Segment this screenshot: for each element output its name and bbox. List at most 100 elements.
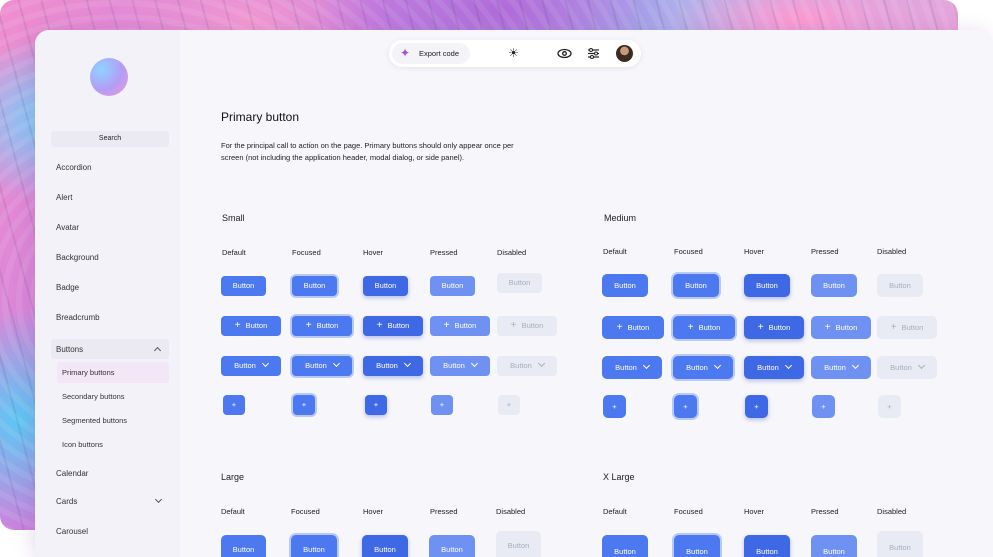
avatar[interactable] bbox=[616, 45, 633, 62]
button-label: Button bbox=[303, 281, 326, 290]
search-input[interactable]: Search bbox=[51, 131, 169, 147]
chevron-down-icon bbox=[470, 359, 478, 368]
section-title-small: Small bbox=[222, 213, 245, 223]
medium-plus-button-default[interactable]: + Button bbox=[602, 316, 664, 339]
small-icon-button-default[interactable]: + bbox=[223, 395, 245, 415]
sidebar-item-breadcrumb[interactable]: Breadcrumb bbox=[56, 313, 100, 322]
sidebar-item-cards[interactable]: Cards bbox=[56, 497, 77, 506]
small-dropdown-button-pressed[interactable]: Button bbox=[430, 356, 490, 376]
button-label: Button bbox=[685, 281, 707, 290]
button-label: Button bbox=[686, 363, 708, 372]
plus-icon: + bbox=[612, 402, 617, 411]
button-label: Button bbox=[443, 361, 465, 370]
button-label: Button bbox=[521, 321, 544, 330]
plus-icon: + bbox=[757, 322, 764, 333]
plus-icon: + bbox=[301, 400, 307, 409]
sliders-icon[interactable] bbox=[586, 46, 601, 61]
small-button-hover[interactable]: Button bbox=[363, 276, 408, 296]
button-label: Button bbox=[387, 321, 410, 330]
medium-icon-button-default[interactable]: + bbox=[603, 395, 626, 418]
medium-dropdown-button-disabled: Button bbox=[877, 356, 937, 379]
sidebar-subitem-primary-buttons[interactable]: Primary buttons bbox=[62, 368, 115, 377]
large-button-pressed[interactable]: Button bbox=[429, 535, 475, 557]
small-plus-button-hover[interactable]: + Button bbox=[363, 316, 423, 336]
sidebar-item-accordion[interactable]: Accordion bbox=[56, 163, 92, 172]
large-button-hover[interactable]: Button bbox=[362, 535, 408, 557]
plus-icon: + bbox=[439, 400, 445, 409]
medium-icon-button-focused[interactable]: + bbox=[674, 395, 697, 418]
medium-button-hover[interactable]: Button bbox=[744, 274, 790, 297]
small-icon-button-hover[interactable]: + bbox=[365, 395, 387, 415]
medium-button-pressed[interactable]: Button bbox=[811, 274, 857, 297]
sidebar-item-avatar[interactable]: Avatar bbox=[56, 223, 79, 232]
small-head-default: Default bbox=[222, 248, 246, 257]
xlarge-button-disabled: Button bbox=[877, 531, 923, 557]
small-plus-button-default[interactable]: + Button bbox=[221, 316, 281, 336]
small-icon-button-pressed[interactable]: + bbox=[431, 395, 453, 415]
xlarge-head-hover: Hover bbox=[744, 507, 765, 516]
sun-icon[interactable]: ☀ bbox=[506, 46, 521, 61]
small-dropdown-button-hover[interactable]: Button bbox=[363, 356, 423, 376]
chevron-down-icon[interactable] bbox=[154, 495, 163, 504]
button-label: Button bbox=[901, 323, 924, 332]
medium-head-focused: Focused bbox=[674, 247, 703, 256]
sidebar-item-calendar[interactable]: Calendar bbox=[56, 469, 88, 478]
medium-dropdown-button-default[interactable]: Button bbox=[602, 356, 662, 379]
medium-icon-button-pressed[interactable]: + bbox=[812, 395, 835, 418]
plus-icon: + bbox=[376, 320, 383, 331]
sidebar-subitem-icon-buttons[interactable]: Icon buttons bbox=[62, 440, 103, 449]
small-button-default[interactable]: Button bbox=[221, 276, 266, 296]
xlarge-button-default[interactable]: Button bbox=[602, 535, 648, 557]
sidebar-subitem-segmented-buttons[interactable]: Segmented buttons bbox=[62, 416, 127, 425]
xlarge-button-pressed[interactable]: Button bbox=[811, 535, 857, 557]
large-button-focused[interactable]: Button bbox=[291, 535, 337, 557]
button-label: Button bbox=[305, 361, 327, 370]
top-toolbar: ✦ Export code ☀ bbox=[389, 40, 641, 67]
medium-dropdown-button-pressed[interactable]: Button bbox=[811, 356, 871, 379]
medium-button-default[interactable]: Button bbox=[602, 274, 648, 297]
button-label: Button bbox=[824, 363, 846, 372]
sidebar-item-background[interactable]: Background bbox=[56, 253, 99, 262]
sidebar-subitem-secondary-buttons[interactable]: Secondary buttons bbox=[62, 392, 125, 401]
plus-icon: + bbox=[616, 322, 623, 333]
button-label: Button bbox=[823, 547, 845, 556]
chevron-up-icon bbox=[153, 346, 162, 355]
medium-dropdown-button-hover[interactable]: Button bbox=[744, 356, 804, 379]
chevron-down-icon bbox=[713, 361, 721, 370]
xlarge-button-focused[interactable]: Button bbox=[674, 535, 720, 557]
sidebar-item-badge[interactable]: Badge bbox=[56, 283, 79, 292]
medium-plus-button-hover[interactable]: + Button bbox=[744, 316, 804, 339]
plus-icon: + bbox=[890, 322, 897, 333]
medium-icon-button-hover[interactable]: + bbox=[745, 395, 768, 418]
chevron-down-icon bbox=[403, 359, 411, 368]
button-label: Button bbox=[232, 281, 255, 290]
small-icon-button-focused[interactable]: + bbox=[293, 395, 315, 415]
medium-button-focused[interactable]: Button bbox=[673, 274, 719, 297]
small-dropdown-button-focused[interactable]: Button bbox=[292, 356, 352, 376]
export-code-button[interactable]: ✦ Export code bbox=[392, 43, 470, 64]
medium-plus-button-focused[interactable]: + Button bbox=[673, 316, 735, 339]
eye-icon[interactable] bbox=[557, 46, 572, 61]
xlarge-button-hover[interactable]: Button bbox=[744, 535, 790, 557]
small-button-pressed[interactable]: Button bbox=[430, 276, 475, 296]
small-button-focused[interactable]: Button bbox=[292, 276, 337, 296]
small-plus-button-pressed[interactable]: + Button bbox=[430, 316, 490, 336]
section-title-large: Large bbox=[221, 472, 245, 482]
sidebar-group-buttons[interactable]: Buttons bbox=[51, 339, 169, 359]
xlarge-head-focused: Focused bbox=[674, 507, 703, 516]
small-dropdown-button-default[interactable]: Button bbox=[221, 356, 281, 376]
button-label: Button bbox=[889, 281, 911, 290]
button-label: Button bbox=[441, 545, 463, 554]
small-icon-button-disabled: + bbox=[498, 395, 520, 415]
large-head-default: Default bbox=[221, 507, 245, 516]
plus-icon: + bbox=[683, 402, 688, 411]
sidebar-item-carousel[interactable]: Carousel bbox=[56, 527, 88, 536]
medium-head-pressed: Pressed bbox=[811, 247, 839, 256]
medium-plus-button-pressed[interactable]: + Button bbox=[811, 316, 871, 339]
large-button-default[interactable]: Button bbox=[221, 535, 266, 557]
sidebar-item-alert[interactable]: Alert bbox=[56, 193, 72, 202]
small-head-focused: Focused bbox=[292, 248, 321, 257]
medium-head-disabled: Disabled bbox=[877, 247, 907, 256]
medium-dropdown-button-focused[interactable]: Button bbox=[673, 356, 733, 379]
small-plus-button-focused[interactable]: + Button bbox=[292, 316, 352, 336]
